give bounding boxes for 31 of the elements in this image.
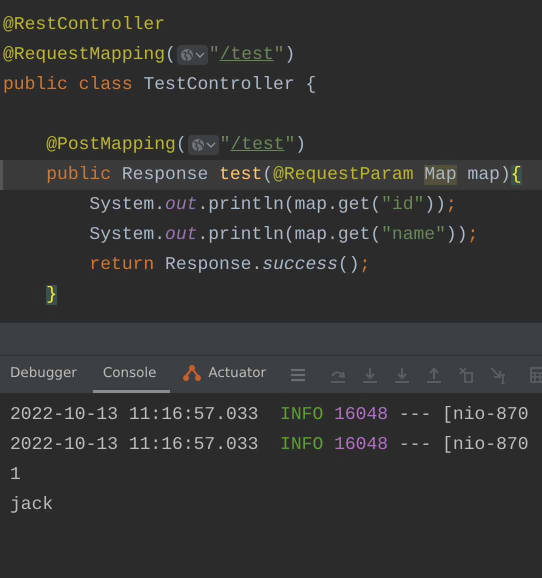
url-dropdown[interactable] xyxy=(176,45,208,65)
code-text: "/test") xyxy=(220,134,306,157)
console-line: 2022-10-13 11:16:57.033 INFO 16048 --- [nio-870 xyxy=(9,404,530,427)
up-arrow-icon[interactable] xyxy=(425,366,444,384)
code-text: System.out.println(map.get("name")); xyxy=(89,224,478,247)
code-text: public Response test(@RequestParam Map map){ xyxy=(46,164,522,187)
code-text: @RestController xyxy=(3,14,166,37)
globe-icon xyxy=(190,138,205,152)
tab[interactable]: Debugger xyxy=(0,356,91,393)
url-dropdown[interactable] xyxy=(188,135,219,155)
down-arrow-icon[interactable] xyxy=(361,366,380,384)
code-text: System.out.println(map.get("id")); xyxy=(89,194,457,217)
console-line: jack xyxy=(9,494,54,517)
code-text: return Response.success(); xyxy=(89,254,370,277)
tab[interactable]: Console xyxy=(92,356,170,393)
network-icon xyxy=(182,364,202,382)
code-text: public class TestController { xyxy=(3,74,316,97)
code-text: "/test") xyxy=(208,44,296,67)
chevron-icon xyxy=(206,141,216,149)
tab[interactable]: Actuator xyxy=(172,356,280,393)
console-line: 1 xyxy=(9,464,22,487)
code-text: } xyxy=(46,284,58,307)
chevron-icon xyxy=(194,51,205,59)
code-text: @PostMapping( xyxy=(46,134,187,157)
cross-frame-icon[interactable] xyxy=(457,366,476,384)
console-line: 2022-10-13 11:16:57.033 INFO 16048 --- [nio-870 xyxy=(9,434,530,457)
arrow-cursor-icon[interactable] xyxy=(489,366,508,384)
code-text: @RequestMapping( xyxy=(3,44,176,67)
globe-icon xyxy=(180,48,194,62)
grid-icon[interactable] xyxy=(529,366,542,384)
down-arrow-icon[interactable] xyxy=(393,366,412,384)
